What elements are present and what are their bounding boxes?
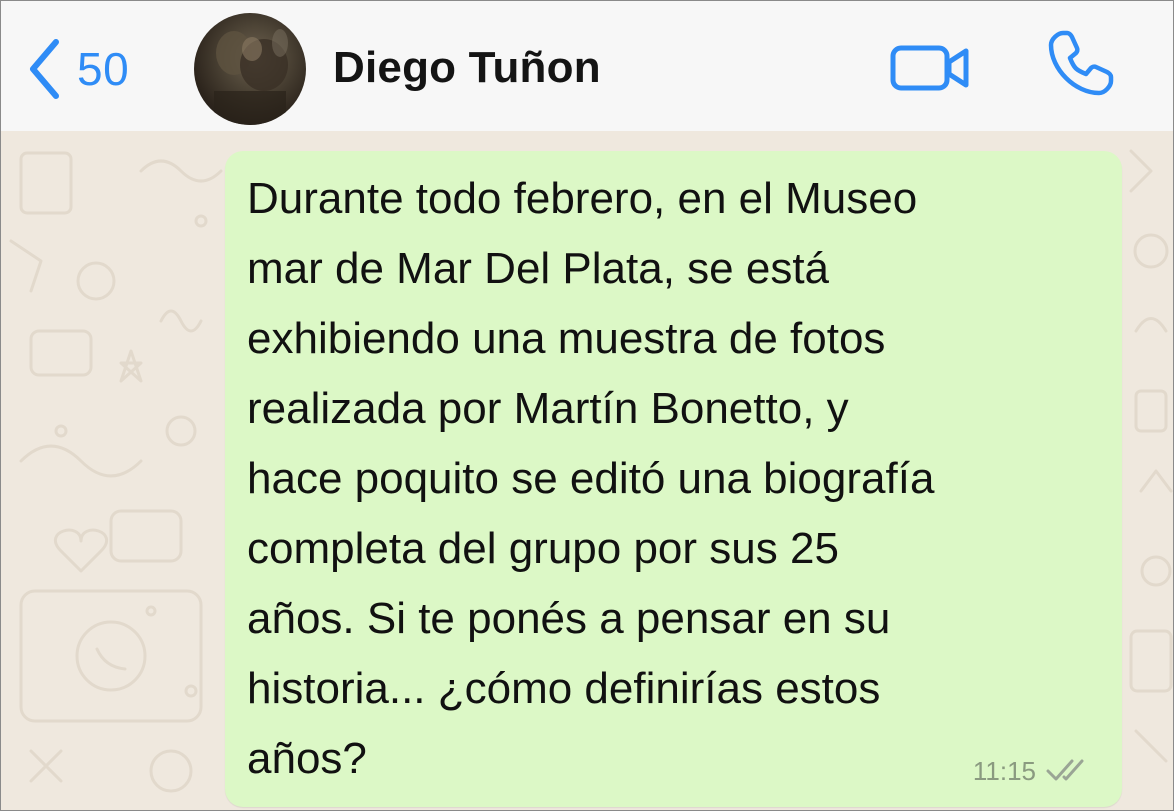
video-call-button[interactable] <box>889 43 971 93</box>
video-camera-icon <box>889 45 971 97</box>
message-line: años? <box>247 734 367 783</box>
avatar[interactable] <box>194 13 306 125</box>
message-timestamp: 11:15 <box>972 756 1036 786</box>
message-line: completa del grupo por sus 25 <box>247 524 839 573</box>
message-line: realizada por Martín Bonetto, y <box>247 384 849 433</box>
unread-count: 50 <box>77 43 130 95</box>
message-line: Durante todo febrero, en el Museo <box>247 174 918 223</box>
contact-name[interactable]: Diego Tuñon <box>333 43 601 93</box>
voice-call-button[interactable] <box>1045 27 1117 99</box>
message-line: exhibiendo una muestra de fotos <box>247 314 886 363</box>
message-line: mar de Mar Del Plata, se está <box>247 244 830 293</box>
message-line: historia... ¿cómo definirías estos <box>247 664 881 713</box>
double-check-icon <box>1044 755 1098 785</box>
back-button[interactable]: 50 <box>27 37 129 101</box>
chat-header: 50 Diego Tuñon <box>1 1 1173 131</box>
message-line: hace poquito se editó una biografía <box>247 454 935 503</box>
chat-screen: 50 Diego Tuñon Durante todo febrero, en … <box>0 0 1174 811</box>
phone-icon <box>1045 30 1117 103</box>
message-bubble[interactable]: Durante todo febrero, en el Museo mar de… <box>225 151 1122 807</box>
chevron-left-icon <box>27 38 61 100</box>
message-line: años. Si te ponés a pensar en su <box>247 594 891 643</box>
